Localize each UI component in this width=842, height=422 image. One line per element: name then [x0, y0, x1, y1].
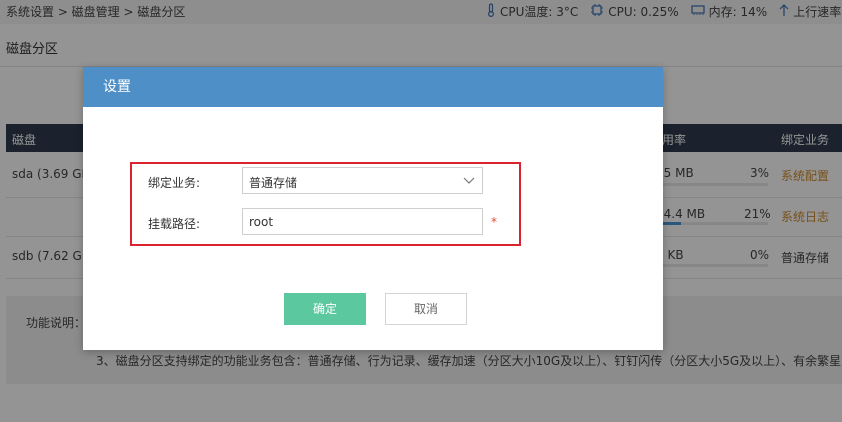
- confirm-button[interactable]: 确定: [284, 293, 366, 325]
- settings-dialog: 设置 绑定业务: 普通存储 挂载路径: * 确定 取消: [83, 67, 663, 350]
- bind-select-value: 普通存储: [249, 176, 298, 190]
- cancel-button[interactable]: 取消: [385, 293, 467, 325]
- mount-label: 挂载路径:: [148, 217, 201, 231]
- dialog-title: 设置: [83, 67, 663, 107]
- bind-select[interactable]: 普通存储: [242, 167, 483, 194]
- chevron-down-icon: [462, 173, 476, 187]
- bind-label: 绑定业务:: [148, 176, 201, 190]
- required-mark: *: [491, 215, 497, 229]
- mount-path-input[interactable]: [242, 208, 483, 235]
